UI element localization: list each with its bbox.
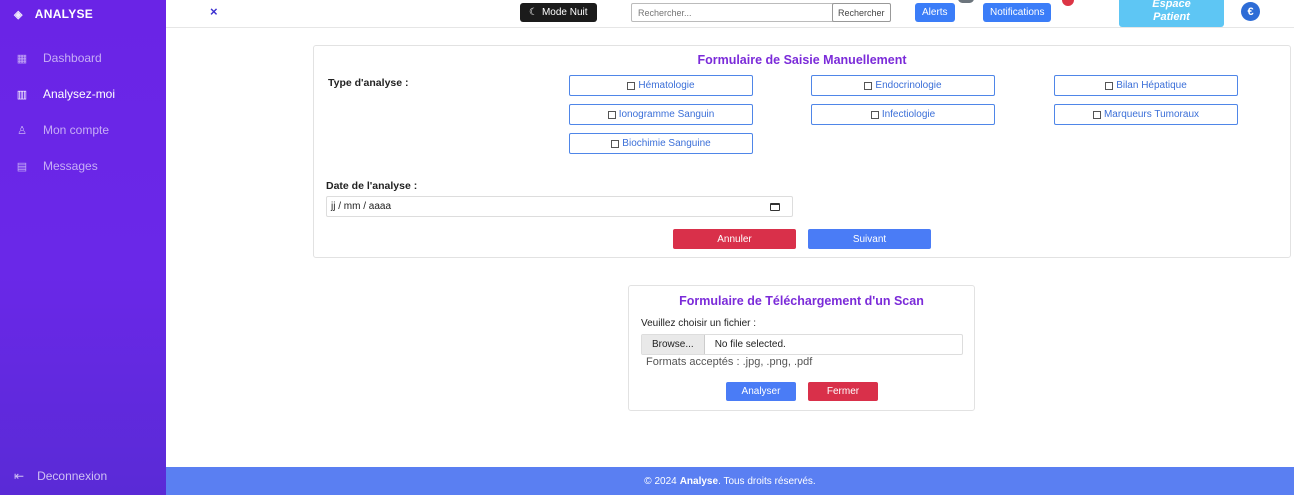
night-mode-label: Mode Nuit <box>541 7 588 18</box>
scan-upload-form: Formulaire de Téléchargement d'un Scan V… <box>628 285 975 411</box>
sidebar-item-mon-compte[interactable]: ♙ Mon compte <box>0 112 166 148</box>
file-input[interactable]: Browse... No file selected. <box>641 334 963 355</box>
sidebar-item-label: Mon compte <box>43 123 110 137</box>
logout-button[interactable]: ⇤ Deconnexion <box>0 469 121 483</box>
search-button[interactable]: Rechercher <box>832 3 891 22</box>
analyse-button[interactable]: Analyser <box>726 382 796 401</box>
brand-name: ANALYSE <box>34 7 94 21</box>
option-endocrinologie[interactable]: Endocrinologie <box>811 75 995 96</box>
layers-icon: ◈ <box>14 8 23 21</box>
manual-entry-form: Formulaire de Saisie Manuellement Type d… <box>313 45 1291 258</box>
sidebar-item-label: Messages <box>43 159 98 173</box>
message-icon: ▤ <box>16 160 28 173</box>
grid-icon: ▦ <box>16 52 28 65</box>
option-label: Marqueurs Tumoraux <box>1103 109 1200 120</box>
option-infectiologie[interactable]: Infectiologie <box>811 104 995 125</box>
checkbox[interactable] <box>627 81 636 90</box>
logout-icon: ⇤ <box>14 469 25 483</box>
option-biochimie-sanguine[interactable]: Biochimie Sanguine <box>569 133 753 154</box>
option-label: Infectiologie <box>881 109 936 120</box>
footer-rights: . Tous droits réservés. <box>718 475 816 487</box>
option-label: Ionogramme Sanguin <box>618 109 715 120</box>
sidebar-item-analysez-moi[interactable]: ▥ Analysez-moi <box>0 76 166 112</box>
option-marqueurs-tumoraux[interactable]: Marqueurs Tumoraux <box>1054 104 1238 125</box>
sidebar-item-messages[interactable]: ▤ Messages <box>0 148 166 184</box>
bar-chart-icon: ▥ <box>16 88 28 101</box>
espace-patient-line1: Espace <box>1152 0 1191 10</box>
notifications-badge <box>1062 0 1074 6</box>
brand[interactable]: ◈ ANALYSE <box>0 0 166 28</box>
night-mode-button[interactable]: ☾ Mode Nuit <box>520 3 597 22</box>
manual-form-title: Formulaire de Saisie Manuellement <box>697 53 907 67</box>
analysis-type-label: Type d'analyse : <box>328 77 409 89</box>
espace-patient-button[interactable]: Espace Patient <box>1119 0 1224 27</box>
alerts-button[interactable]: Alerts <box>915 3 955 22</box>
sidebar-item-label: Analysez-moi <box>43 87 116 101</box>
file-label: Veuillez choisir un fichier : <box>641 318 757 329</box>
alerts-badge: +3 <box>958 0 974 3</box>
sidebar-item-label: Dashboard <box>43 51 102 65</box>
option-label: Biochimie Sanguine <box>622 138 711 149</box>
footer-copyright: © 2024 <box>644 475 677 487</box>
sidebar-nav: ▦ Dashboard ▥ Analysez-moi ♙ Mon compte … <box>0 40 166 184</box>
checkbox[interactable] <box>864 81 873 90</box>
checkbox[interactable] <box>870 110 879 119</box>
checkbox[interactable] <box>611 139 620 148</box>
footer-brand: Analyse <box>679 475 719 487</box>
checkbox[interactable] <box>607 110 616 119</box>
option-label: Endocrinologie <box>875 80 942 91</box>
notifications-button[interactable]: Notifications <box>983 3 1052 22</box>
upload-form-title: Formulaire de Téléchargement d'un Scan <box>679 294 924 308</box>
espace-patient-line2: Patient <box>1153 11 1190 23</box>
footer: © 2024 Analyse. Tous droits réservés. <box>166 467 1294 495</box>
option-ionogramme-sanguin[interactable]: Ionogramme Sanguin <box>569 104 753 125</box>
date-placeholder: jj / mm / aaaa <box>331 201 392 212</box>
sidebar: ◈ ANALYSE ▦ Dashboard ▥ Analysez-moi ♙ M… <box>0 0 166 495</box>
file-status: No file selected. <box>714 339 786 350</box>
option-bilan-hepatique[interactable]: Bilan Hépatique <box>1054 75 1238 96</box>
top-header: × ☾ Mode Nuit Rechercher Alerts +3 Notif… <box>166 0 1294 28</box>
sidebar-item-dashboard[interactable]: ▦ Dashboard <box>0 40 166 76</box>
calendar-icon[interactable] <box>770 202 780 211</box>
close-button[interactable]: Fermer <box>808 382 878 401</box>
search-input[interactable] <box>631 3 834 22</box>
option-label: Hématologie <box>638 80 695 91</box>
browse-button[interactable]: Browse... <box>642 335 705 354</box>
close-icon[interactable]: × <box>210 4 218 19</box>
option-label: Bilan Hépatique <box>1116 80 1187 91</box>
checkbox[interactable] <box>1105 81 1114 90</box>
checkbox[interactable] <box>1092 110 1101 119</box>
user-icon: ♙ <box>17 124 27 137</box>
analysis-date-label: Date de l'analyse : <box>326 180 418 192</box>
moon-icon: ☾ <box>529 7 538 18</box>
currency-icon[interactable]: € <box>1241 2 1260 21</box>
next-button[interactable]: Suivant <box>808 229 931 249</box>
cancel-button[interactable]: Annuler <box>673 229 796 249</box>
accepted-formats: Formats acceptés : .jpg, .png, .pdf <box>646 356 813 368</box>
analysis-date-input[interactable]: jj / mm / aaaa <box>326 196 793 217</box>
logout-label: Deconnexion <box>37 469 108 483</box>
option-hematologie[interactable]: Hématologie <box>569 75 753 96</box>
